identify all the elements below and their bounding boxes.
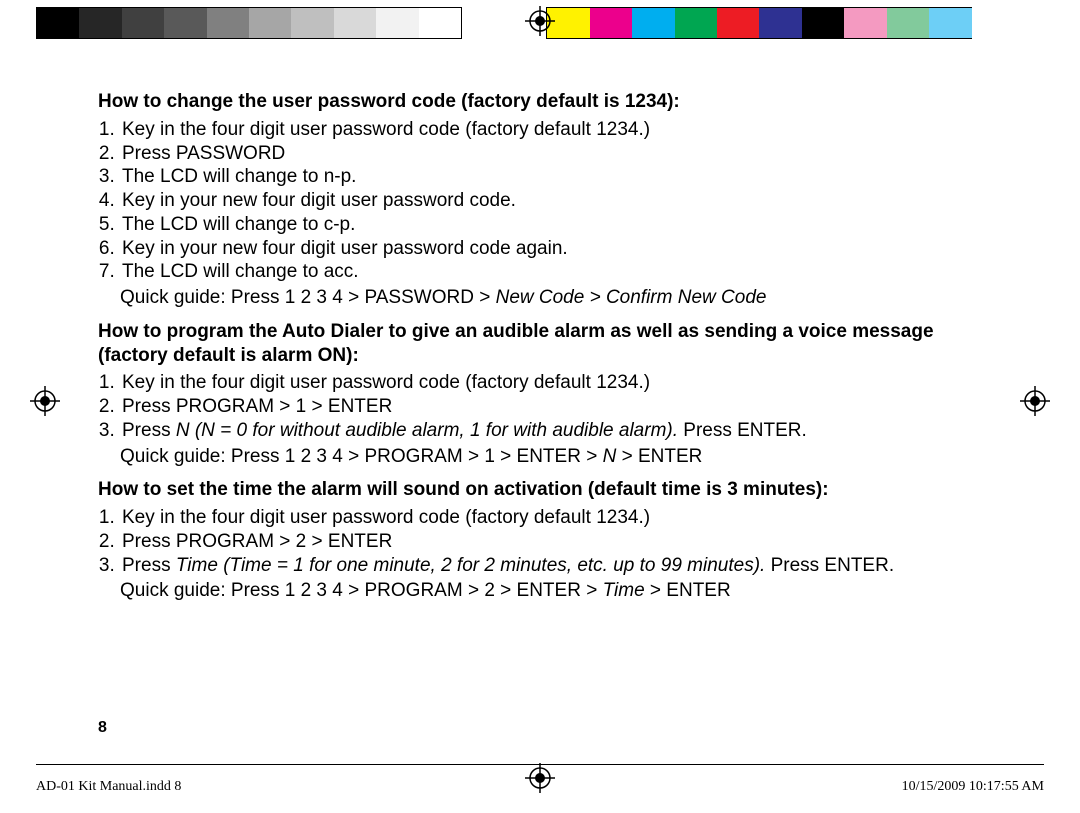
slug-timestamp: 10/15/2009 10:17:55 AM — [902, 779, 1044, 795]
footer-rule — [36, 764, 1044, 765]
quick-guide-italic: N — [603, 446, 617, 467]
step-list: Key in the four digit user password code… — [120, 371, 998, 442]
swatch — [122, 8, 164, 38]
grayscale-bar — [36, 7, 462, 39]
swatch — [717, 8, 759, 38]
swatch — [632, 8, 674, 38]
swatch — [164, 8, 206, 38]
quick-guide: Quick guide: Press 1 2 3 4 > PROGRAM > 2… — [120, 579, 998, 603]
step-text: Press ENTER. — [678, 420, 807, 441]
swatch — [79, 8, 121, 38]
step-item: The LCD will change to n-p. — [120, 165, 998, 189]
step-italic: Time (Time = 1 for one minute, 2 for 2 m… — [176, 555, 765, 576]
swatch — [844, 8, 886, 38]
swatch — [590, 8, 632, 38]
swatch — [291, 8, 333, 38]
step-item: Press N (N = 0 for without audible alarm… — [120, 419, 998, 443]
slug-line: AD-01 Kit Manual.indd 8 10/15/2009 10:17… — [36, 779, 1044, 795]
swatch — [887, 8, 929, 38]
step-item: The LCD will change to c-p. — [120, 213, 998, 237]
quick-guide-text: Quick guide: Press 1 2 3 4 > PASSWORD > — [120, 287, 496, 308]
step-item: Key in the four digit user password code… — [120, 118, 998, 142]
quick-guide: Quick guide: Press 1 2 3 4 > PASSWORD > … — [120, 286, 998, 310]
step-text: Press — [122, 420, 176, 441]
quick-guide-text: Quick guide: Press 1 2 3 4 > PROGRAM > 1… — [120, 446, 603, 467]
step-item: Key in your new four digit user password… — [120, 237, 998, 261]
quick-guide-italic: New Code > Confirm New Code — [496, 287, 767, 308]
slug-filename: AD-01 Kit Manual.indd 8 — [36, 779, 181, 795]
step-text: Press ENTER. — [765, 555, 894, 576]
quick-guide-text: > ENTER — [616, 446, 702, 467]
swatch — [207, 8, 249, 38]
quick-guide-italic: Time — [603, 580, 645, 601]
step-text: Press — [122, 555, 176, 576]
page: How to change the user password code (fa… — [0, 0, 1080, 813]
step-list: Key in the four digit user password code… — [120, 506, 998, 577]
swatch — [376, 8, 418, 38]
section-heading: How to program the Auto Dialer to give a… — [98, 320, 998, 368]
section-heading: How to set the time the alarm will sound… — [98, 478, 998, 502]
step-item: Press PASSWORD — [120, 142, 998, 166]
section-heading: How to change the user password code (fa… — [98, 90, 998, 114]
step-italic: N (N = 0 for without audible alarm, 1 fo… — [176, 420, 678, 441]
step-item: Key in your new four digit user password… — [120, 189, 998, 213]
quick-guide-text: Quick guide: Press 1 2 3 4 > PROGRAM > 2… — [120, 580, 603, 601]
swatch — [419, 8, 461, 38]
registration-mark-icon — [525, 6, 555, 36]
step-item: Press PROGRAM > 1 > ENTER — [120, 395, 998, 419]
quick-guide-text: > ENTER — [645, 580, 731, 601]
color-bar — [546, 7, 972, 39]
step-item: Press PROGRAM > 2 > ENTER — [120, 530, 998, 554]
swatch — [249, 8, 291, 38]
step-item: Key in the four digit user password code… — [120, 506, 998, 530]
swatch — [37, 8, 79, 38]
step-item: Key in the four digit user password code… — [120, 371, 998, 395]
swatch — [802, 8, 844, 38]
registration-mark-icon — [30, 386, 60, 416]
manual-body: How to change the user password code (fa… — [98, 90, 998, 605]
registration-mark-icon — [1020, 386, 1050, 416]
swatch — [929, 8, 971, 38]
step-list: Key in the four digit user password code… — [120, 118, 998, 284]
step-item: Press Time (Time = 1 for one minute, 2 f… — [120, 554, 998, 578]
quick-guide: Quick guide: Press 1 2 3 4 > PROGRAM > 1… — [120, 445, 998, 469]
swatch — [334, 8, 376, 38]
swatch — [675, 8, 717, 38]
page-number: 8 — [98, 719, 107, 737]
step-item: The LCD will change to acc. — [120, 260, 998, 284]
swatch — [759, 8, 801, 38]
